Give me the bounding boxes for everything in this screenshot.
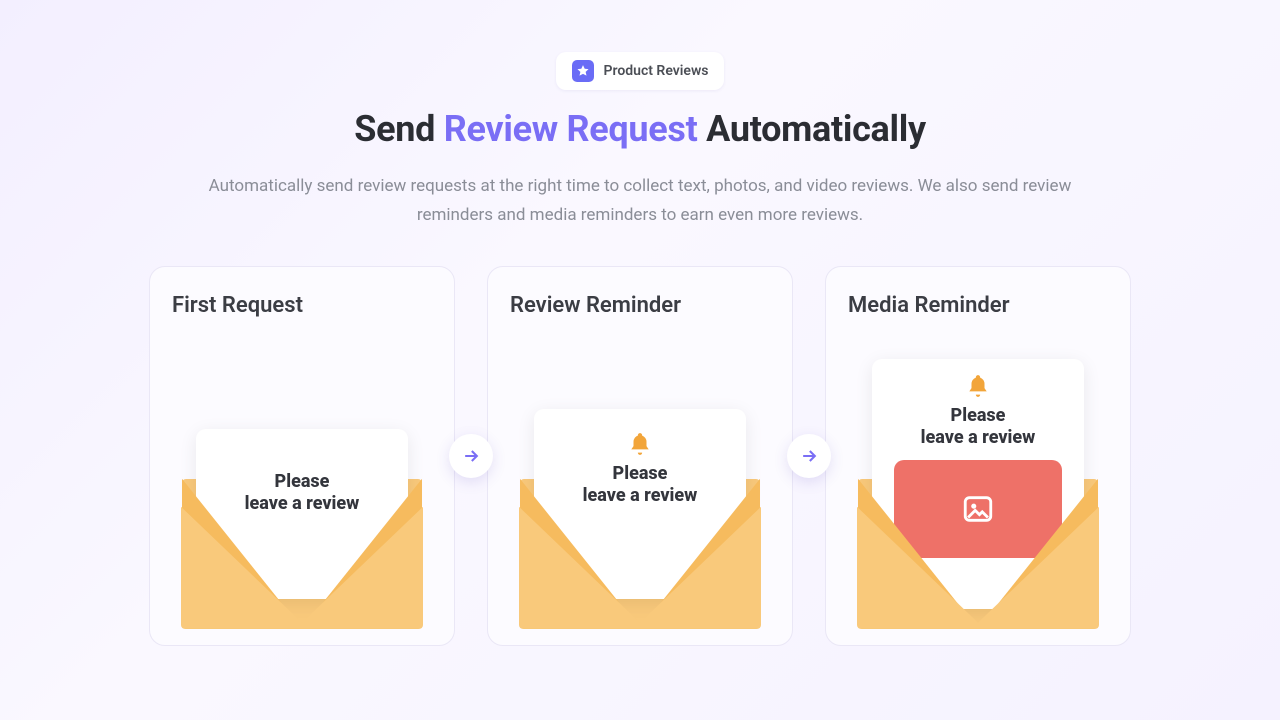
star-icon: [572, 60, 594, 82]
card-title: First Request: [172, 293, 432, 318]
card-first-request: First Request Please leave a review: [149, 266, 455, 646]
category-badge-label: Product Reviews: [604, 63, 709, 79]
letter-text: Please leave a review: [921, 405, 1036, 450]
category-badge: Product Reviews: [556, 52, 725, 90]
headline-pre: Send: [354, 108, 444, 150]
headline-accent: Review Request: [444, 108, 698, 150]
letter-text: Please leave a review: [583, 463, 698, 508]
envelope-illustration: Please leave a review: [858, 359, 1098, 629]
headline-post: Automatically: [697, 108, 925, 150]
card-title: Review Reminder: [510, 293, 770, 318]
bell-icon: [627, 431, 653, 457]
cards-row: First Request Please leave a review Revi…: [149, 266, 1131, 646]
letter: Please leave a review: [196, 429, 408, 599]
arrow-icon: [787, 434, 831, 478]
card-media-reminder: Media Reminder Please leave a review: [825, 266, 1131, 646]
page-subhead: Automatically send review requests at th…: [190, 172, 1090, 230]
envelope-illustration: Please leave a review: [182, 409, 422, 629]
letter-text: Please leave a review: [245, 471, 360, 516]
letter: Please leave a review: [534, 409, 746, 599]
letter: Please leave a review: [872, 359, 1084, 609]
media-thumbnail: [894, 460, 1062, 558]
card-title: Media Reminder: [848, 293, 1108, 318]
page-headline: Send Review Request Automatically: [354, 108, 926, 150]
card-review-reminder: Review Reminder Please leave a review: [487, 266, 793, 646]
bell-icon: [965, 373, 991, 399]
arrow-icon: [449, 434, 493, 478]
envelope-illustration: Please leave a review: [520, 409, 760, 629]
